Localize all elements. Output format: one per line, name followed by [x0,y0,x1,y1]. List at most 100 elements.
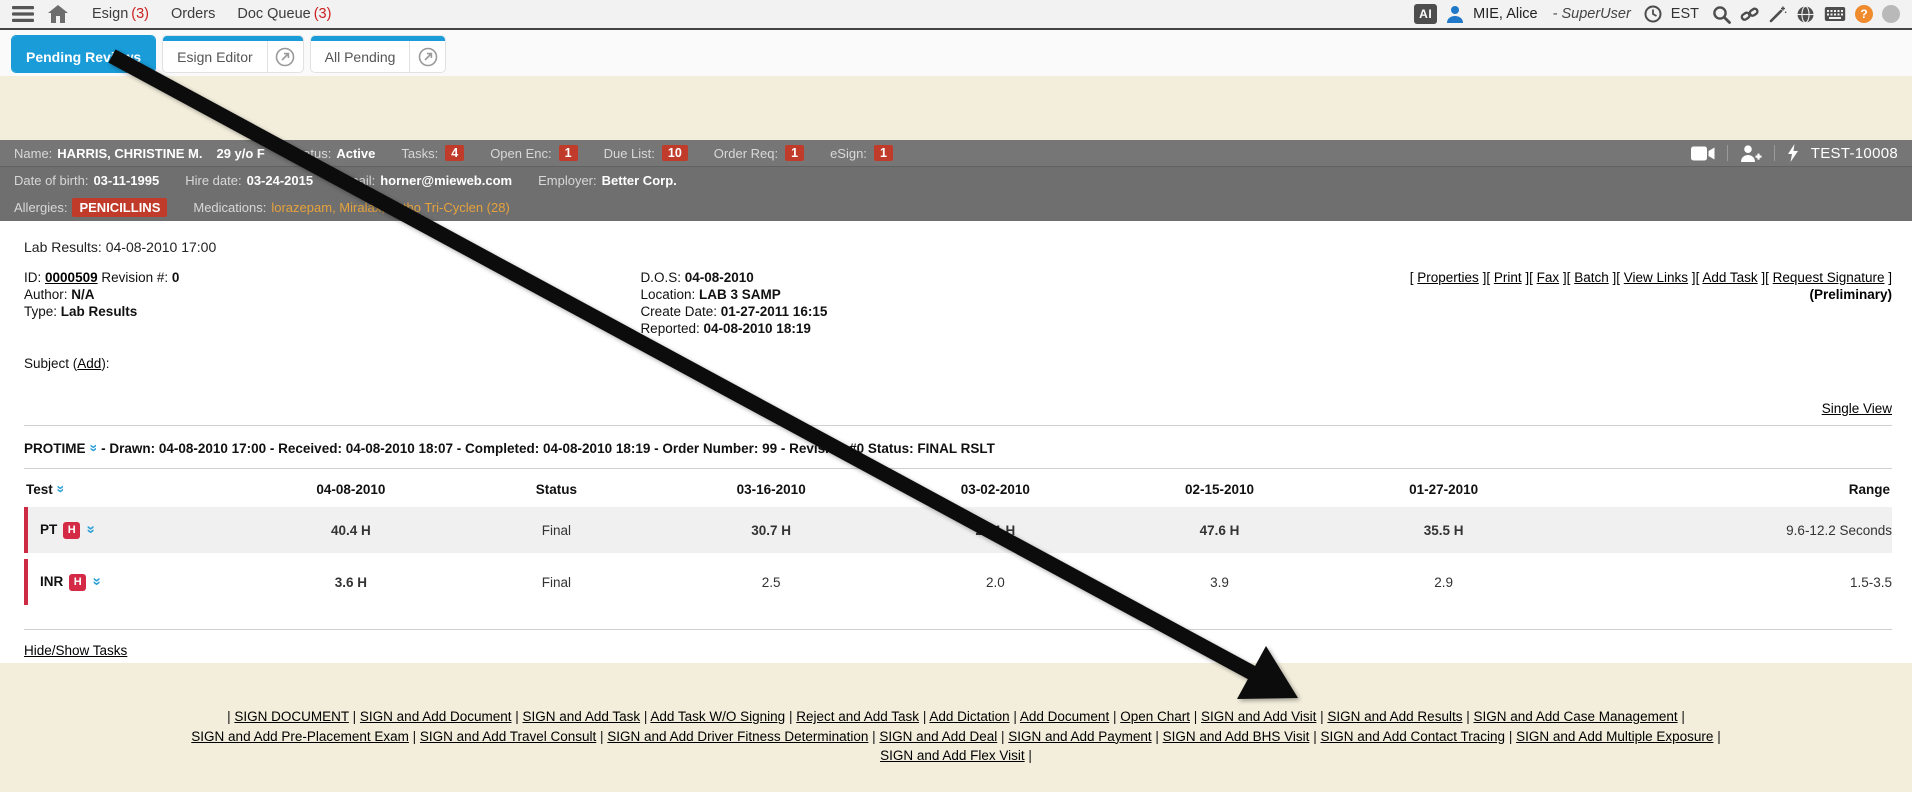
column-header-03-02-2010: 03-02-2010 [883,477,1107,501]
footer-link-add-document[interactable]: Add Document [1020,709,1109,724]
footer-link-sign-and-add-case-management[interactable]: SIGN and Add Case Management [1473,709,1677,724]
add-person-icon[interactable] [1740,145,1762,162]
document-id-link[interactable]: 0000509 [45,270,98,285]
help-icon[interactable]: ? [1855,5,1873,23]
reported-value: 04-08-2010 18:19 [704,321,811,336]
doc-action-view-links[interactable]: View Links [1624,270,1688,285]
footer-link-add-dictation[interactable]: Add Dictation [929,709,1009,724]
avatar[interactable] [1882,5,1900,23]
result-value-cell: 3.6 H [248,559,453,605]
search-icon[interactable] [1712,5,1731,24]
medication-link-lorazepam[interactable]: lorazepam [271,200,332,215]
expand-chevron-icon[interactable]: « [82,525,99,533]
tab-all-pending[interactable]: All Pending [311,36,446,72]
status-label: Status: [291,146,331,161]
tab-pending-reviews[interactable]: Pending Reviews [12,36,155,72]
single-view-link[interactable]: Single View [1822,401,1892,416]
hire-date-label: Hire date: [185,173,241,188]
stat-open-enc: Open Enc:1 [490,145,577,161]
chart-id[interactable]: TEST-10008 [1811,145,1898,162]
document-info-mid: D.O.S: 04-08-2010 Location: LAB 3 SAMP C… [640,270,1256,338]
stat-badge-due-list[interactable]: 10 [662,145,688,161]
column-header-02-15-2010: 02-15-2010 [1107,477,1331,501]
hamburger-menu-icon[interactable] [12,6,34,22]
tab-esign-editor[interactable]: Esign Editor [163,36,302,72]
footer-link-sign-and-add-visit[interactable]: SIGN and Add Visit [1201,709,1316,724]
expand-chevron-icon[interactable]: « [88,577,105,585]
footer-link-sign-and-add-deal[interactable]: SIGN and Add Deal [879,729,997,744]
footer-link-reject-and-add-task[interactable]: Reject and Add Task [796,709,919,724]
footer-link-sign-and-add-pre-placement-exam[interactable]: SIGN and Add Pre-Placement Exam [191,729,409,744]
globe-icon[interactable] [1796,5,1815,24]
high-flag-badge[interactable]: H [69,574,86,591]
medication-link-miralax[interactable]: Miralax [339,200,381,215]
lightning-icon[interactable] [1787,144,1799,162]
author-value: N/A [71,287,94,302]
doc-action-properties[interactable]: Properties [1417,270,1479,285]
subject-add-link[interactable]: Add [77,356,101,371]
keyboard-icon[interactable] [1824,6,1846,22]
topbar-left: Esign(3) Orders Doc Queue(3) [12,5,331,23]
document-info-left: ID: 0000509 Revision #: 0 Author: N/A Ty… [24,270,640,338]
footer-link-sign-and-add-results[interactable]: SIGN and Add Results [1327,709,1462,724]
patient-name-group[interactable]: Name: HARRIS, CHRISTINE M. 29 y/o F [14,146,265,161]
patient-allergies-row: Allergies: PENICILLINS Medications: lora… [0,194,1912,221]
document-action-links: [ Properties ][ Print ][ Fax ][ Batch ][… [1257,270,1892,285]
tab-label: Pending Reviews [12,41,155,72]
external-link-icon[interactable] [267,41,303,72]
user-name[interactable]: MIE, Alice [1473,6,1537,22]
doc-action-print[interactable]: Print [1494,270,1522,285]
footer-link-sign-and-add-bhs-visit[interactable]: SIGN and Add BHS Visit [1163,729,1310,744]
video-camera-icon[interactable] [1691,146,1715,161]
nav-item-doc-queue[interactable]: Doc Queue(3) [237,6,331,22]
employer-value: Better Corp. [602,173,677,188]
chevron-down-icon[interactable]: « [83,444,99,452]
sort-chevron-icon[interactable]: « [51,485,67,493]
high-flag-badge[interactable]: H [63,522,80,539]
result-row-inr: INRH«3.6 HFinal2.52.03.92.91.5-3.5 [24,559,1892,605]
doc-action-add-task[interactable]: Add Task [1702,270,1757,285]
nav-item-orders[interactable]: Orders [171,6,215,22]
stat-badge-order-req[interactable]: 1 [785,145,804,161]
doc-action-request-signature[interactable]: Request Signature [1773,270,1885,285]
footer-link-add-task-w-o-signing[interactable]: Add Task W/O Signing [650,709,785,724]
top-navigation-bar: Esign(3) Orders Doc Queue(3) AI MIE, Alice… [0,0,1912,30]
footer-link-open-chart[interactable]: Open Chart [1120,709,1190,724]
footer-link-sign-and-add-document[interactable]: SIGN and Add Document [360,709,512,724]
external-link-icon[interactable] [409,41,445,72]
dob-value: 03-11-1995 [93,173,159,188]
footer-link-sign-and-add-flex-visit[interactable]: SIGN and Add Flex Visit [880,748,1025,763]
stat-esign: eSign:1 [830,145,893,161]
link-icon[interactable] [1740,5,1759,24]
result-value-cell: 30.7 H [659,507,883,553]
footer-link-sign-and-add-payment[interactable]: SIGN and Add Payment [1008,729,1151,744]
stat-badge-esign[interactable]: 1 [874,145,893,161]
footer-link-sign-and-add-driver-fitness-determination[interactable]: SIGN and Add Driver Fitness Determinatio… [607,729,868,744]
footer-link-sign-and-add-task[interactable]: SIGN and Add Task [523,709,641,724]
test-name-cell: INRH« [24,559,248,605]
home-icon[interactable] [48,5,68,23]
footer-link-row: SIGN and Add Pre-Placement Exam | SIGN a… [0,727,1912,747]
doc-action-batch[interactable]: Batch [1574,270,1609,285]
stat-badge-open-enc[interactable]: 1 [559,145,578,161]
create-date-value: 01-27-2011 16:15 [721,304,828,319]
clock-icon[interactable] [1644,5,1662,23]
footer-link-sign-and-add-contact-tracing[interactable]: SIGN and Add Contact Tracing [1320,729,1505,744]
nav-item-esign[interactable]: Esign(3) [92,6,149,22]
doc-action-fax[interactable]: Fax [1537,270,1560,285]
footer-link-sign-and-add-multiple-exposure[interactable]: SIGN and Add Multiple Exposure [1516,729,1713,744]
panel-info: - Drawn: 04-08-2010 17:00 - Received: 04… [101,441,995,456]
footer-link-sign-document[interactable]: SIGN DOCUMENT [234,709,349,724]
result-value-cell: 3.9 [1107,559,1331,605]
medication-link-ortho-tri-cyclen-28[interactable]: Ortho Tri-Cyclen (28) [388,200,509,215]
footer-link-sign-and-add-travel-consult[interactable]: SIGN and Add Travel Consult [420,729,596,744]
allergy-penicillins-badge[interactable]: PENICILLINS [72,198,167,217]
hide-show-tasks-link[interactable]: Hide/Show Tasks [24,643,127,658]
wand-icon[interactable] [1768,5,1787,24]
ai-badge[interactable]: AI [1414,4,1437,24]
range-cell: 1.5-3.5 [1556,559,1892,605]
footer-link-row: SIGN and Add Flex Visit | [0,746,1912,766]
patient-name: HARRIS, CHRISTINE M. [57,146,202,161]
stat-badge-tasks[interactable]: 4 [445,145,464,161]
reported-label: Reported: [640,321,699,336]
